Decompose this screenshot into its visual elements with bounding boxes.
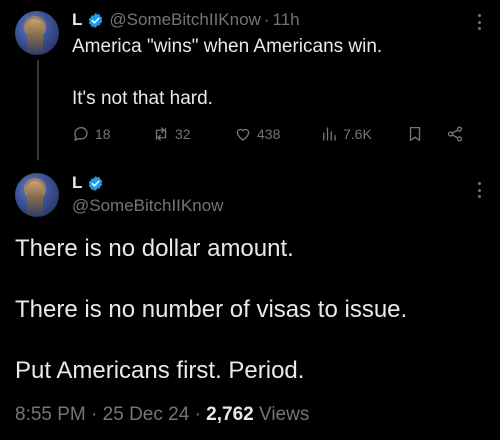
reply-icon [74,127,88,142]
main-tweet-text: There is no dollar amount. There is no n… [15,234,485,417]
more-icon[interactable] [476,180,482,200]
bookmark-button[interactable] [406,125,446,143]
avatar[interactable] [15,11,59,55]
avatar-figure [27,181,43,215]
handle[interactable]: @SomeBitchIIKnow [109,10,260,30]
tweet-meta: 8:55 PM · 25 Dec 24 · 2,762 Views [15,404,309,426]
reply-button[interactable]: 18 [72,125,152,143]
tweet-text-line: It's not that hard. [72,88,213,109]
repost-button[interactable]: 32 [152,125,234,143]
tweet-thread-screen: L @SomeBitchIIKnow · 11h America "wins" … [0,0,500,440]
main-tweet-name-row: L [72,172,109,194]
separator-dot: · [91,404,98,425]
avatar[interactable] [15,173,59,217]
verified-badge-icon [89,12,103,28]
display-name[interactable]: L [72,173,82,193]
like-count: 438 [257,126,281,142]
share-icon [447,126,463,142]
post-timestamp[interactable]: 8:55 PM [15,404,86,425]
tweet-paragraph: There is no number of visas to issue. [15,296,408,323]
parent-tweet-text: America "wins" when Americans win. It's … [72,34,472,112]
tweet-action-bar: 18 32 438 7.6K [72,122,482,146]
avatar-figure [27,19,43,53]
tweet-text-line: America "wins" when Americans win. [72,36,383,57]
parent-tweet-header: L @SomeBitchIIKnow · 11h [72,9,300,31]
tweet-paragraph: There is no dollar amount. [15,235,294,262]
more-icon[interactable] [476,12,482,32]
separator-dot: · [263,10,270,29]
tweet-paragraph: Put Americans first. Period. [15,357,305,384]
views-count: 2,762 [206,404,254,425]
parent-tweet[interactable]: L @SomeBitchIIKnow · 11h America "wins" … [0,0,500,160]
repost-icon [155,127,167,141]
separator-dot: · [194,404,201,425]
bookmark-icon [409,126,421,142]
reply-count: 18 [95,126,111,142]
like-button[interactable]: 438 [234,125,320,143]
views-button[interactable]: 7.6K [320,125,406,143]
bar-chart-icon [323,127,336,141]
share-button[interactable] [446,125,476,143]
heart-icon [236,128,250,141]
repost-count: 32 [175,126,191,142]
handle[interactable]: @SomeBitchIIKnow [72,196,223,216]
verified-badge-icon [89,175,103,191]
post-time[interactable]: 11h [273,10,300,30]
post-date[interactable]: 25 Dec 24 [103,404,190,425]
display-name[interactable]: L [72,10,82,30]
thread-connector-line [37,60,39,160]
views-label: Views [259,404,310,425]
views-count: 7.6K [343,126,372,142]
